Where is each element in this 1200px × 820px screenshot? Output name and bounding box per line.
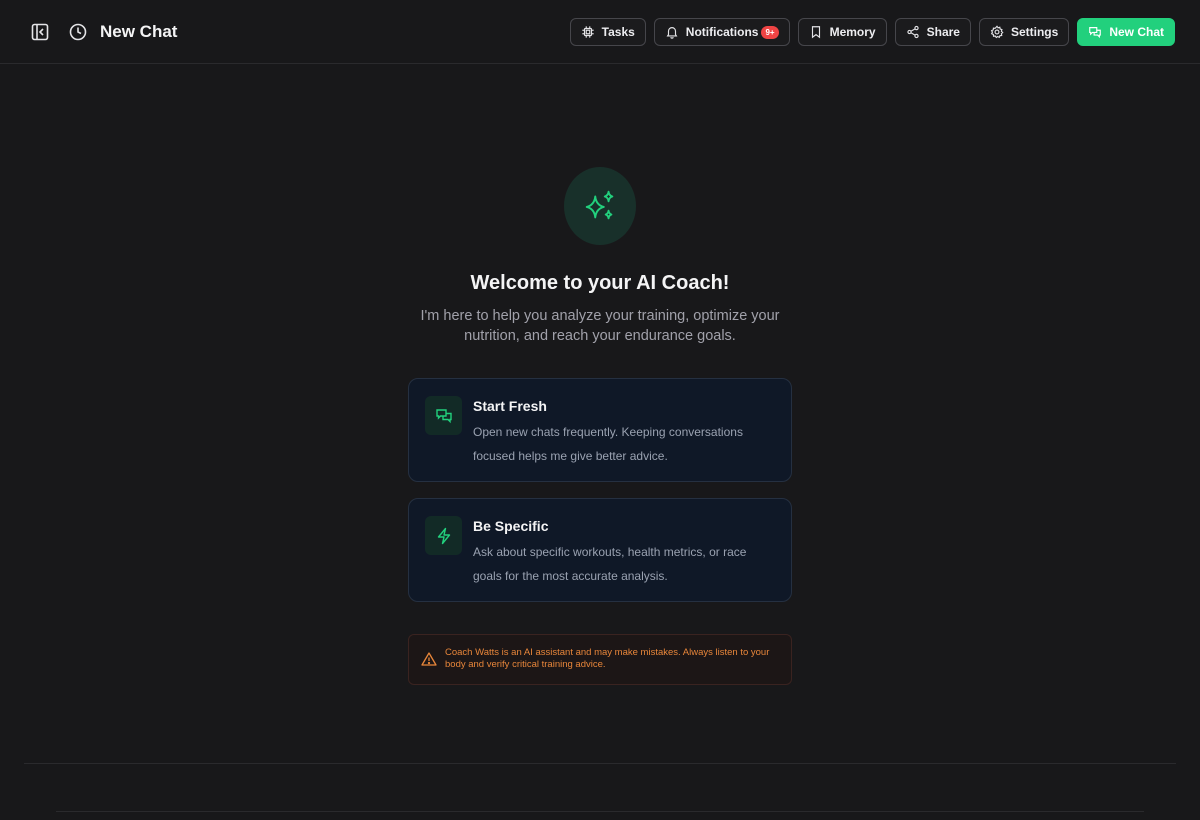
warning-triangle-icon [421,652,437,666]
disclaimer-text: Coach Watts is an AI assistant and may m… [445,647,770,670]
top-bar: New Chat Tasks Notifications 9+ Memory S… [0,0,1200,64]
tip-title: Start Fresh [473,398,547,414]
new-chat-label: New Chat [1109,25,1164,39]
page-title: New Chat [100,22,178,41]
sparkles-icon [585,190,614,220]
tip-card-be-specific: Be Specific Ask about specific workouts,… [408,498,792,602]
notifications-badge: 9+ [761,25,779,39]
memory-button[interactable]: Memory [797,18,887,46]
tip-description: Open new chats frequently. Keeping conve… [473,425,743,463]
gear-icon [990,25,1004,39]
disclaimer-banner: Coach Watts is an AI assistant and may m… [408,634,792,685]
settings-button[interactable]: Settings [978,18,1070,46]
chip-icon [581,26,594,38]
welcome-subtitle: I'm here to help you analyze your traini… [420,308,780,344]
tip-card-start-fresh: Start Fresh Open new chats frequently. K… [408,378,792,482]
tip-title: Be Specific [473,518,549,534]
divider [56,811,1144,812]
welcome-title: Welcome to your AI Coach! [470,272,730,294]
chat-bubbles-icon [1089,27,1102,39]
top-bar-left: New Chat [30,0,177,64]
tasks-button[interactable]: Tasks [569,18,646,46]
ai-coach-icon [564,167,636,245]
settings-label: Settings [1010,25,1059,39]
share-button[interactable]: Share [894,18,971,46]
bookmark-icon [811,26,820,39]
divider [24,763,1176,764]
tasks-label: Tasks [601,25,635,39]
new-chat-button[interactable]: New Chat [1077,18,1175,46]
notifications-label: Notifications [685,25,759,39]
lightning-icon [425,516,462,555]
collapse-sidebar-icon[interactable] [30,22,50,42]
share-label: Share [926,25,960,39]
history-icon[interactable] [68,22,88,42]
chat-bubbles-icon [425,396,462,435]
memory-label: Memory [829,25,876,39]
notifications-button[interactable]: Notifications 9+ [653,18,790,46]
tip-description: Ask about specific workouts, health metr… [473,545,747,583]
bell-icon [666,27,678,39]
toolbar: Tasks Notifications 9+ Memory Share Sett… [569,18,1175,46]
share-icon [906,25,919,39]
